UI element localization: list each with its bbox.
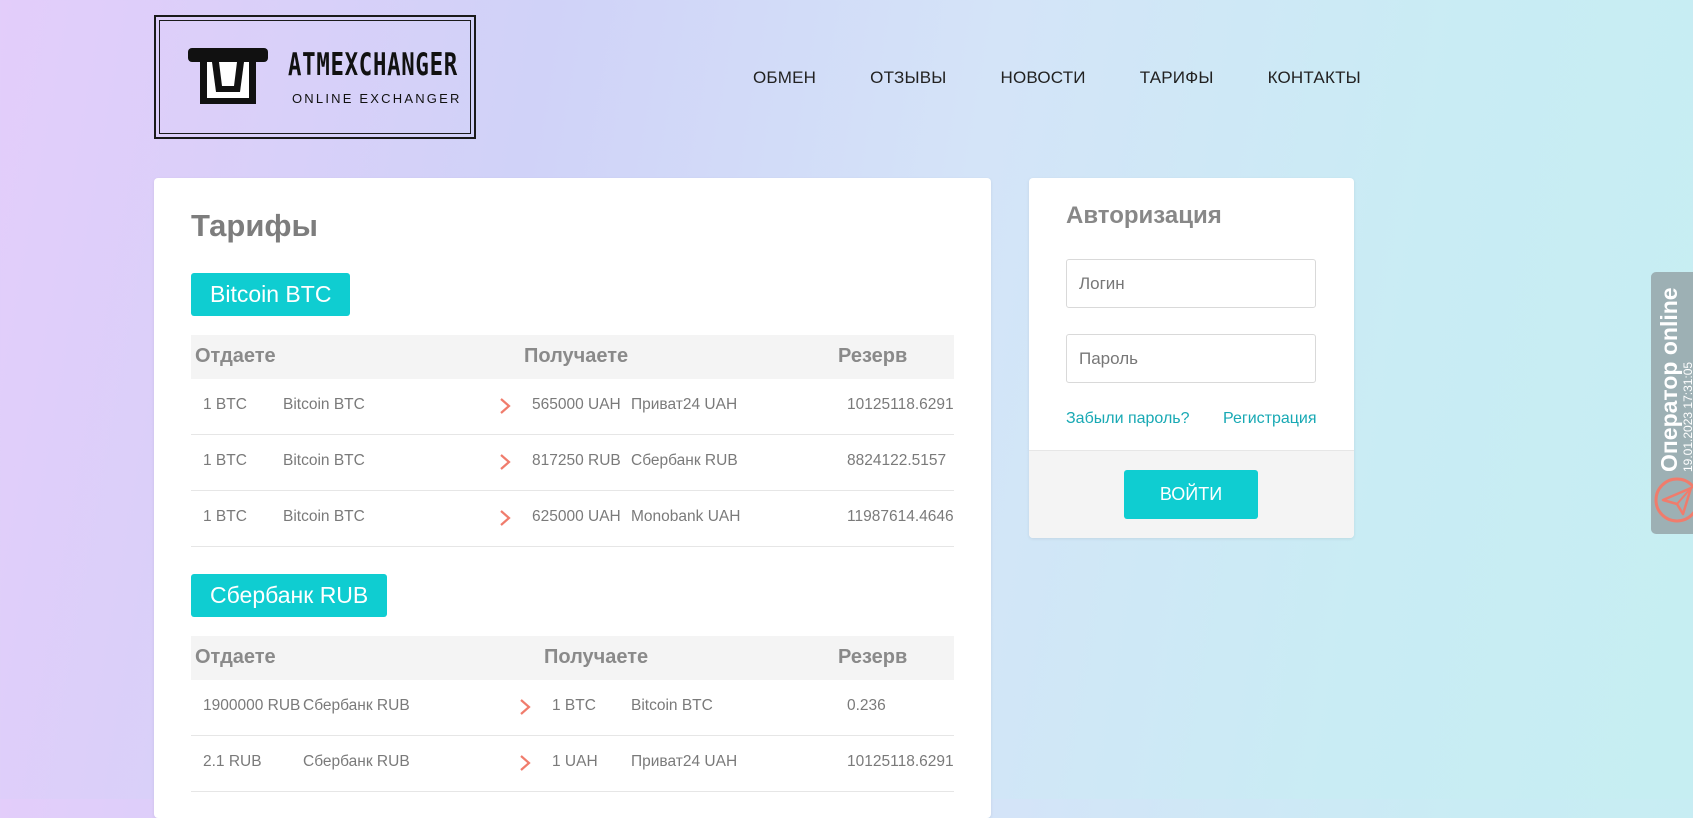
header-get: Получаете (544, 646, 649, 668)
password-input[interactable] (1066, 334, 1316, 383)
register-link[interactable]: Регистрация (1223, 410, 1317, 428)
get-amount: 625000 UAH (532, 508, 621, 525)
logo-title: ATMEXCHANGER (288, 47, 458, 83)
main-nav: ОБМЕН ОТЗЫВЫ НОВОСТИ ТАРИФЫ КОНТАКТЫ (753, 68, 1415, 88)
group-badge-sberbank: Сбербанк RUB (191, 574, 388, 617)
reserve-value: 8824122.5157 (847, 452, 947, 469)
chevron-right-icon (500, 454, 511, 470)
login-input[interactable] (1066, 259, 1316, 308)
give-currency: Bitcoin BTC (283, 508, 365, 525)
table-row[interactable]: 1 BTC Bitcoin BTC 565000 UAH Приват24 UA… (191, 379, 954, 435)
get-amount: 817250 RUB (532, 452, 621, 469)
nav-item-exchange[interactable]: ОБМЕН (753, 68, 816, 88)
get-currency: Monobank UAH (631, 508, 741, 525)
reserve-value: 0.236 (847, 697, 886, 714)
header-give: Отдаете (195, 646, 276, 668)
logo-subtitle: ONLINE EXCHANGER (292, 91, 462, 106)
get-currency: Приват24 UAH (631, 396, 738, 413)
operator-online-widget[interactable]: Оператор online 19.01.2023 17:31:05 (1651, 272, 1693, 534)
give-currency: Сбербанк RUB (303, 697, 410, 714)
forgot-password-link[interactable]: Забыли пароль? (1066, 410, 1190, 428)
table-row[interactable]: 1 BTC Bitcoin BTC 625000 UAH Monobank UA… (191, 491, 954, 547)
login-button[interactable]: ВОЙТИ (1124, 470, 1258, 519)
header-reserve: Резерв (838, 345, 908, 367)
tariffs-panel: Тарифы Bitcoin BTC Отдаете Получаете Рез… (154, 178, 991, 818)
get-currency: Bitcoin BTC (631, 697, 713, 714)
reserve-value: 10125118.6291 (847, 396, 954, 413)
header-reserve: Резерв (838, 646, 908, 668)
table-header: Отдаете Получаете Резерв (191, 335, 954, 379)
group-badge-bitcoin: Bitcoin BTC (191, 273, 351, 316)
header-get: Получаете (524, 345, 629, 367)
give-amount: 1900000 RUB (203, 697, 301, 714)
get-amount: 1 UAH (552, 753, 598, 770)
auth-title: Авторизация (1066, 202, 1222, 229)
give-amount: 2.1 RUB (203, 753, 262, 770)
give-currency: Сбербанк RUB (303, 753, 410, 770)
get-currency: Сбербанк RUB (631, 452, 738, 469)
nav-item-contacts[interactable]: КОНТАКТЫ (1268, 68, 1361, 88)
header-give: Отдаете (195, 345, 276, 367)
get-amount: 1 BTC (552, 697, 596, 714)
give-currency: Bitcoin BTC (283, 396, 365, 413)
reserve-value: 10125118.6291 (847, 753, 954, 770)
page-title: Тарифы (191, 208, 318, 243)
auth-panel: Авторизация Забыли пароль? Регистрация В… (1029, 178, 1354, 538)
auth-footer: ВОЙТИ (1029, 450, 1354, 538)
operator-date: 19.01.2023 17:31:05 (1681, 361, 1693, 472)
give-amount: 1 BTC (203, 508, 247, 525)
atm-icon (188, 48, 268, 104)
reserve-value: 11987614.4646 (847, 508, 954, 525)
site-logo[interactable]: ATMEXCHANGER ONLINE EXCHANGER (154, 15, 476, 139)
nav-item-reviews[interactable]: ОТЗЫВЫ (870, 68, 946, 88)
chevron-right-icon (500, 510, 511, 526)
nav-item-news[interactable]: НОВОСТИ (1000, 68, 1085, 88)
table-row[interactable]: 1 BTC Bitcoin BTC 817250 RUB Сбербанк RU… (191, 435, 954, 491)
nav-item-tariffs[interactable]: ТАРИФЫ (1140, 68, 1214, 88)
table-row[interactable]: 1900000 RUB Сбербанк RUB 1 BTC Bitcoin B… (191, 680, 954, 736)
get-currency: Приват24 UAH (631, 753, 738, 770)
chevron-right-icon (520, 755, 531, 771)
give-amount: 1 BTC (203, 452, 247, 469)
get-amount: 565000 UAH (532, 396, 621, 413)
chevron-right-icon (520, 699, 531, 715)
operator-label: Оператор online 19.01.2023 17:31:05 (1656, 287, 1693, 472)
table-header: Отдаете Получаете Резерв (191, 636, 954, 680)
give-amount: 1 BTC (203, 396, 247, 413)
give-currency: Bitcoin BTC (283, 452, 365, 469)
paper-plane-icon (1654, 477, 1693, 523)
operator-title: Оператор online (1656, 287, 1682, 472)
table-row[interactable]: 2.1 RUB Сбербанк RUB 1 UAH Приват24 UAH … (191, 736, 954, 792)
chevron-right-icon (500, 398, 511, 414)
